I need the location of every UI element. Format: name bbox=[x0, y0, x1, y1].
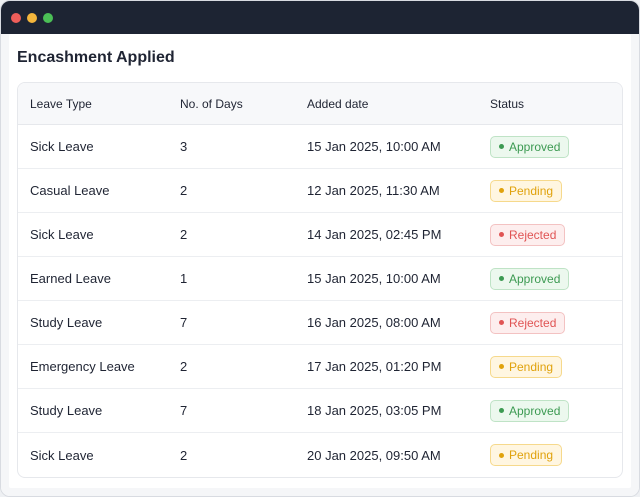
cell-added-date: 18 Jan 2025, 03:05 PM bbox=[307, 403, 442, 418]
table-row: Sick Leave 2 14 Jan 2025, 02:45 PM Rejec… bbox=[18, 213, 622, 257]
header-status: Status bbox=[490, 96, 525, 111]
cell-leave-type: Casual Leave bbox=[30, 183, 110, 198]
encashment-panel: Encashment Applied Leave Type No. of Day… bbox=[9, 34, 631, 488]
cell-days: 2 bbox=[180, 359, 188, 374]
cell-status: Pending bbox=[478, 444, 622, 466]
cell-days: 7 bbox=[180, 403, 188, 418]
table-header: Leave Type No. of Days Added date Status bbox=[18, 83, 622, 125]
status-dot-icon bbox=[499, 188, 504, 193]
cell-status: Rejected bbox=[478, 311, 622, 334]
cell-status: Pending bbox=[478, 355, 622, 378]
status-dot-icon bbox=[499, 452, 504, 458]
cell-leave-type: Sick Leave bbox=[30, 139, 94, 154]
cell-added-date: 20 Jan 2025, 09:50 AM bbox=[307, 447, 441, 463]
cell-days: 2 bbox=[180, 183, 188, 198]
page-title: Encashment Applied bbox=[17, 49, 175, 66]
encashment-table: Leave Type No. of Days Added date Status… bbox=[17, 82, 623, 478]
content-area: Encashment Applied Leave Type No. of Day… bbox=[1, 34, 639, 496]
cell-status: Rejected bbox=[478, 223, 622, 246]
cell-days: 1 bbox=[180, 271, 188, 286]
cell-added-date: 15 Jan 2025, 10:00 AM bbox=[307, 271, 441, 286]
status-dot-icon bbox=[499, 276, 504, 281]
status-badge: Approved bbox=[490, 399, 570, 422]
table-row: Study Leave 7 16 Jan 2025, 08:00 AM Reje… bbox=[18, 301, 622, 345]
cell-added-date: 14 Jan 2025, 02:45 PM bbox=[307, 227, 442, 242]
table-body: Sick Leave 3 15 Jan 2025, 10:00 AM Appro… bbox=[18, 125, 622, 477]
cell-leave-type: Earned Leave bbox=[30, 271, 111, 286]
status-badge: Approved bbox=[490, 267, 570, 290]
cell-status: Approved bbox=[478, 399, 622, 422]
cell-added-date: 15 Jan 2025, 10:00 AM bbox=[307, 139, 441, 154]
cell-days: 2 bbox=[180, 447, 188, 463]
cell-added-date: 12 Jan 2025, 11:30 AM bbox=[307, 183, 440, 198]
table-row: Casual Leave 2 12 Jan 2025, 11:30 AM Pen… bbox=[18, 169, 622, 213]
cell-days: 7 bbox=[180, 315, 188, 330]
status-label: Pending bbox=[509, 359, 554, 374]
status-dot-icon bbox=[499, 364, 504, 369]
table-row: Sick Leave 3 15 Jan 2025, 10:00 AM Appro… bbox=[18, 125, 622, 169]
cell-leave-type: Emergency Leave bbox=[30, 359, 135, 374]
table-row: Study Leave 7 18 Jan 2025, 03:05 PM Appr… bbox=[18, 389, 622, 433]
status-dot-icon bbox=[499, 320, 504, 325]
status-dot-icon bbox=[499, 232, 504, 237]
cell-status: Approved bbox=[478, 267, 622, 290]
cell-leave-type: Sick Leave bbox=[30, 447, 94, 463]
status-badge: Pending bbox=[490, 355, 563, 378]
header-no-of-days: No. of Days bbox=[180, 96, 243, 111]
status-label: Pending bbox=[509, 183, 554, 198]
minimize-window-button[interactable] bbox=[27, 12, 37, 23]
status-badge: Rejected bbox=[490, 311, 566, 334]
cell-days: 2 bbox=[180, 227, 188, 242]
header-leave-type: Leave Type bbox=[30, 96, 92, 111]
status-label: Approved bbox=[509, 139, 561, 154]
cell-status: Pending bbox=[478, 179, 622, 202]
status-badge: Pending bbox=[490, 444, 563, 466]
table-row: Sick Leave 2 20 Jan 2025, 09:50 AM Pendi… bbox=[18, 433, 622, 477]
cell-status: Approved bbox=[478, 135, 622, 158]
status-label: Rejected bbox=[509, 227, 557, 242]
header-added-date: Added date bbox=[307, 96, 369, 111]
status-badge: Rejected bbox=[490, 223, 566, 246]
app-window: Encashment Applied Leave Type No. of Day… bbox=[0, 0, 640, 497]
cell-leave-type: Study Leave bbox=[30, 403, 103, 418]
cell-leave-type: Study Leave bbox=[30, 315, 103, 330]
cell-added-date: 16 Jan 2025, 08:00 AM bbox=[307, 315, 441, 330]
table-row: Emergency Leave 2 17 Jan 2025, 01:20 PM … bbox=[18, 345, 622, 389]
table-row: Earned Leave 1 15 Jan 2025, 10:00 AM App… bbox=[18, 257, 622, 301]
cell-leave-type: Sick Leave bbox=[30, 227, 94, 242]
cell-days: 3 bbox=[180, 139, 188, 154]
status-dot-icon bbox=[499, 144, 504, 149]
status-badge: Approved bbox=[490, 135, 570, 158]
close-window-button[interactable] bbox=[11, 12, 21, 23]
status-label: Approved bbox=[509, 271, 561, 286]
status-label: Pending bbox=[509, 448, 554, 462]
status-label: Approved bbox=[509, 403, 561, 418]
status-label: Rejected bbox=[509, 315, 557, 330]
maximize-window-button[interactable] bbox=[43, 12, 53, 23]
status-dot-icon bbox=[499, 408, 504, 413]
title-bar bbox=[1, 1, 639, 34]
cell-added-date: 17 Jan 2025, 01:20 PM bbox=[307, 359, 442, 374]
status-badge: Pending bbox=[490, 179, 563, 202]
